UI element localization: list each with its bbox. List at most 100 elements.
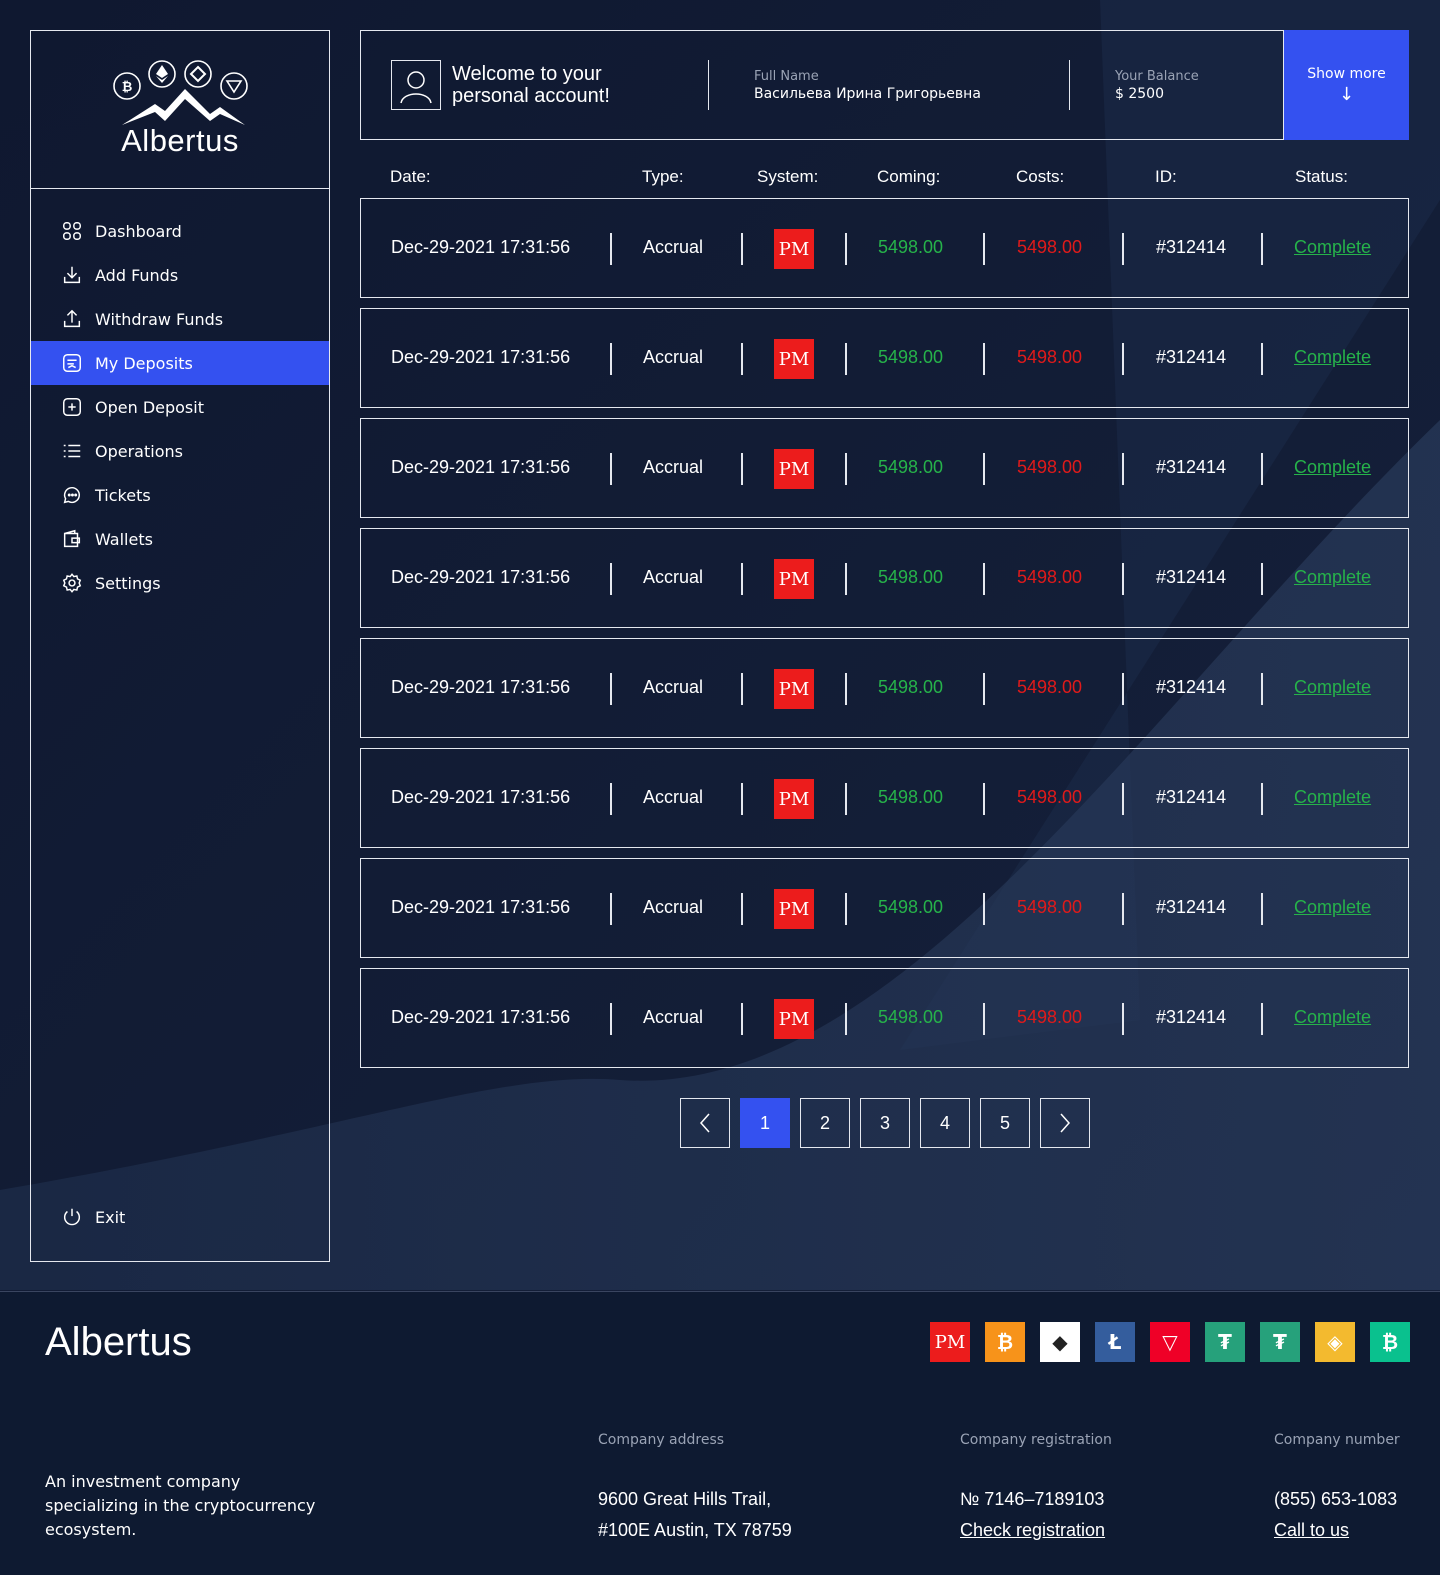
sidebar-item-add-funds[interactable]: Add Funds [31, 253, 329, 297]
sidebar-item-label: Withdraw Funds [95, 309, 224, 329]
cell-divider [741, 893, 743, 925]
pm-icon: PM [774, 229, 814, 269]
registration-number: № 7146–7189103 [960, 1489, 1105, 1509]
check-registration-link[interactable]: Check registration [960, 1515, 1112, 1546]
pm-icon: PM [774, 449, 814, 489]
cell-divider [845, 1003, 847, 1035]
tether-erc20-icon: ₮ [1260, 1322, 1300, 1362]
payment-systems: PM ₿ ◆ Ł ▽ ₮ ₮ ◈ ₿ [930, 1322, 1410, 1362]
sidebar-item-label: Operations [95, 441, 183, 461]
sidebar-item-open-deposit[interactable]: Open Deposit [31, 385, 329, 429]
cell-divider [1122, 1003, 1124, 1035]
cell-costs: 5498.00 [1017, 897, 1083, 917]
address-line-1: 9600 Great Hills Trail, [598, 1489, 772, 1509]
show-more-button[interactable]: Show more ↓ [1284, 30, 1409, 140]
cell-id: #312414 [1156, 237, 1227, 257]
show-more-label: Show more [1307, 66, 1386, 82]
page-button-1[interactable]: 1 [740, 1098, 790, 1148]
footer-description: An investment company specializing in th… [45, 1472, 316, 1539]
status-link[interactable]: Complete [1294, 1007, 1371, 1028]
sidebar-item-tickets[interactable]: Tickets [31, 473, 329, 517]
cell-divider [741, 563, 743, 595]
cell-costs: 5498.00 [1017, 677, 1083, 697]
exit-label: Exit [95, 1207, 126, 1227]
status-link[interactable]: Complete [1294, 237, 1371, 258]
cell-divider [610, 783, 612, 815]
table-row: Dec-29-2021 17:31:56 Accrual PM 5498.00 … [360, 528, 1409, 628]
tron-icon: ▽ [1150, 1322, 1190, 1362]
cell-divider [610, 563, 612, 595]
page-button-5[interactable]: 5 [980, 1098, 1030, 1148]
company-address: Company address 9600 Great Hills Trail, … [598, 1432, 792, 1546]
grid-icon [63, 222, 81, 240]
full-name-value: Васильева Ирина Григорьевна [754, 85, 981, 102]
cell-divider [845, 233, 847, 265]
table-row: Dec-29-2021 17:31:56 Accrual PM 5498.00 … [360, 418, 1409, 518]
cell-divider [1122, 233, 1124, 265]
cell-divider [983, 453, 985, 485]
cell-type: Accrual [643, 677, 704, 697]
exit-button[interactable]: Exit [31, 1195, 329, 1239]
next-page-button[interactable] [1040, 1098, 1090, 1148]
cell-id: #312414 [1156, 1007, 1227, 1027]
logo[interactable]: ₿ Albertus [31, 31, 329, 189]
sidebar-nav: Dashboard Add Funds Withdraw Funds My De… [31, 209, 329, 605]
page-button-3[interactable]: 3 [860, 1098, 910, 1148]
column-header-status: Status: [1295, 167, 1348, 186]
cell-coming: 5498.00 [878, 677, 944, 697]
column-header-costs: Costs: [1016, 167, 1065, 186]
status-link[interactable]: Complete [1294, 677, 1371, 698]
status-link[interactable]: Complete [1294, 897, 1371, 918]
cell-divider [1261, 1003, 1263, 1035]
company-number: Company number (855) 653-1083 Call to us [1274, 1432, 1400, 1546]
user-icon [400, 71, 432, 104]
cell-divider [983, 673, 985, 705]
call-us-link[interactable]: Call to us [1274, 1515, 1400, 1546]
binance-icon: ◈ [1315, 1322, 1355, 1362]
cell-divider [741, 453, 743, 485]
sidebar-item-my-deposits[interactable]: My Deposits [31, 341, 329, 385]
sidebar-item-dashboard[interactable]: Dashboard [31, 209, 329, 253]
ethereum-icon: ◆ [1040, 1322, 1080, 1362]
cell-divider [845, 563, 847, 595]
cell-coming: 5498.00 [878, 897, 944, 917]
sidebar-item-wallets[interactable]: Wallets [31, 517, 329, 561]
table-row: Dec-29-2021 17:31:56 Accrual PM 5498.00 … [360, 858, 1409, 958]
status-link[interactable]: Complete [1294, 567, 1371, 588]
footer-brand[interactable]: Albertus [45, 1320, 192, 1365]
status-link[interactable]: Complete [1294, 347, 1371, 368]
cell-id: #312414 [1156, 347, 1227, 367]
cell-coming: 5498.00 [878, 237, 944, 257]
column-header-id: ID: [1155, 167, 1177, 186]
sidebar-item-settings[interactable]: Settings [31, 561, 329, 605]
page-button-2[interactable]: 2 [800, 1098, 850, 1148]
sidebar-item-label: Wallets [95, 529, 153, 549]
sidebar: ₿ Albertus Dashboard Add Funds Withdraw … [30, 30, 330, 1262]
pm-icon: PM [774, 339, 814, 379]
page-button-4[interactable]: 4 [920, 1098, 970, 1148]
cell-date: Dec-29-2021 17:31:56 [391, 787, 571, 807]
column-header-date: Date: [390, 167, 431, 186]
cell-divider [983, 1003, 985, 1035]
cell-divider [741, 673, 743, 705]
balance-block: Your Balance $ 2500 [1070, 69, 1199, 102]
cell-date: Dec-29-2021 17:31:56 [391, 897, 571, 917]
cell-divider [845, 673, 847, 705]
sidebar-item-operations[interactable]: Operations [31, 429, 329, 473]
cell-divider [983, 233, 985, 265]
cell-costs: 5498.00 [1017, 347, 1083, 367]
gear-icon [62, 573, 82, 593]
deposit-icon [63, 354, 81, 372]
status-link[interactable]: Complete [1294, 787, 1371, 808]
arrow-down-icon: ↓ [1338, 84, 1355, 105]
sidebar-item-withdraw-funds[interactable]: Withdraw Funds [31, 297, 329, 341]
number-label: Company number [1274, 1432, 1400, 1448]
avatar[interactable] [391, 60, 441, 110]
prev-page-button[interactable] [680, 1098, 730, 1148]
bitcoin-icon: ₿ [985, 1322, 1025, 1362]
cell-date: Dec-29-2021 17:31:56 [391, 1007, 571, 1027]
status-link[interactable]: Complete [1294, 457, 1371, 478]
cell-divider [741, 343, 743, 375]
pm-icon: PM [774, 779, 814, 819]
phone-number: (855) 653-1083 [1274, 1489, 1398, 1509]
